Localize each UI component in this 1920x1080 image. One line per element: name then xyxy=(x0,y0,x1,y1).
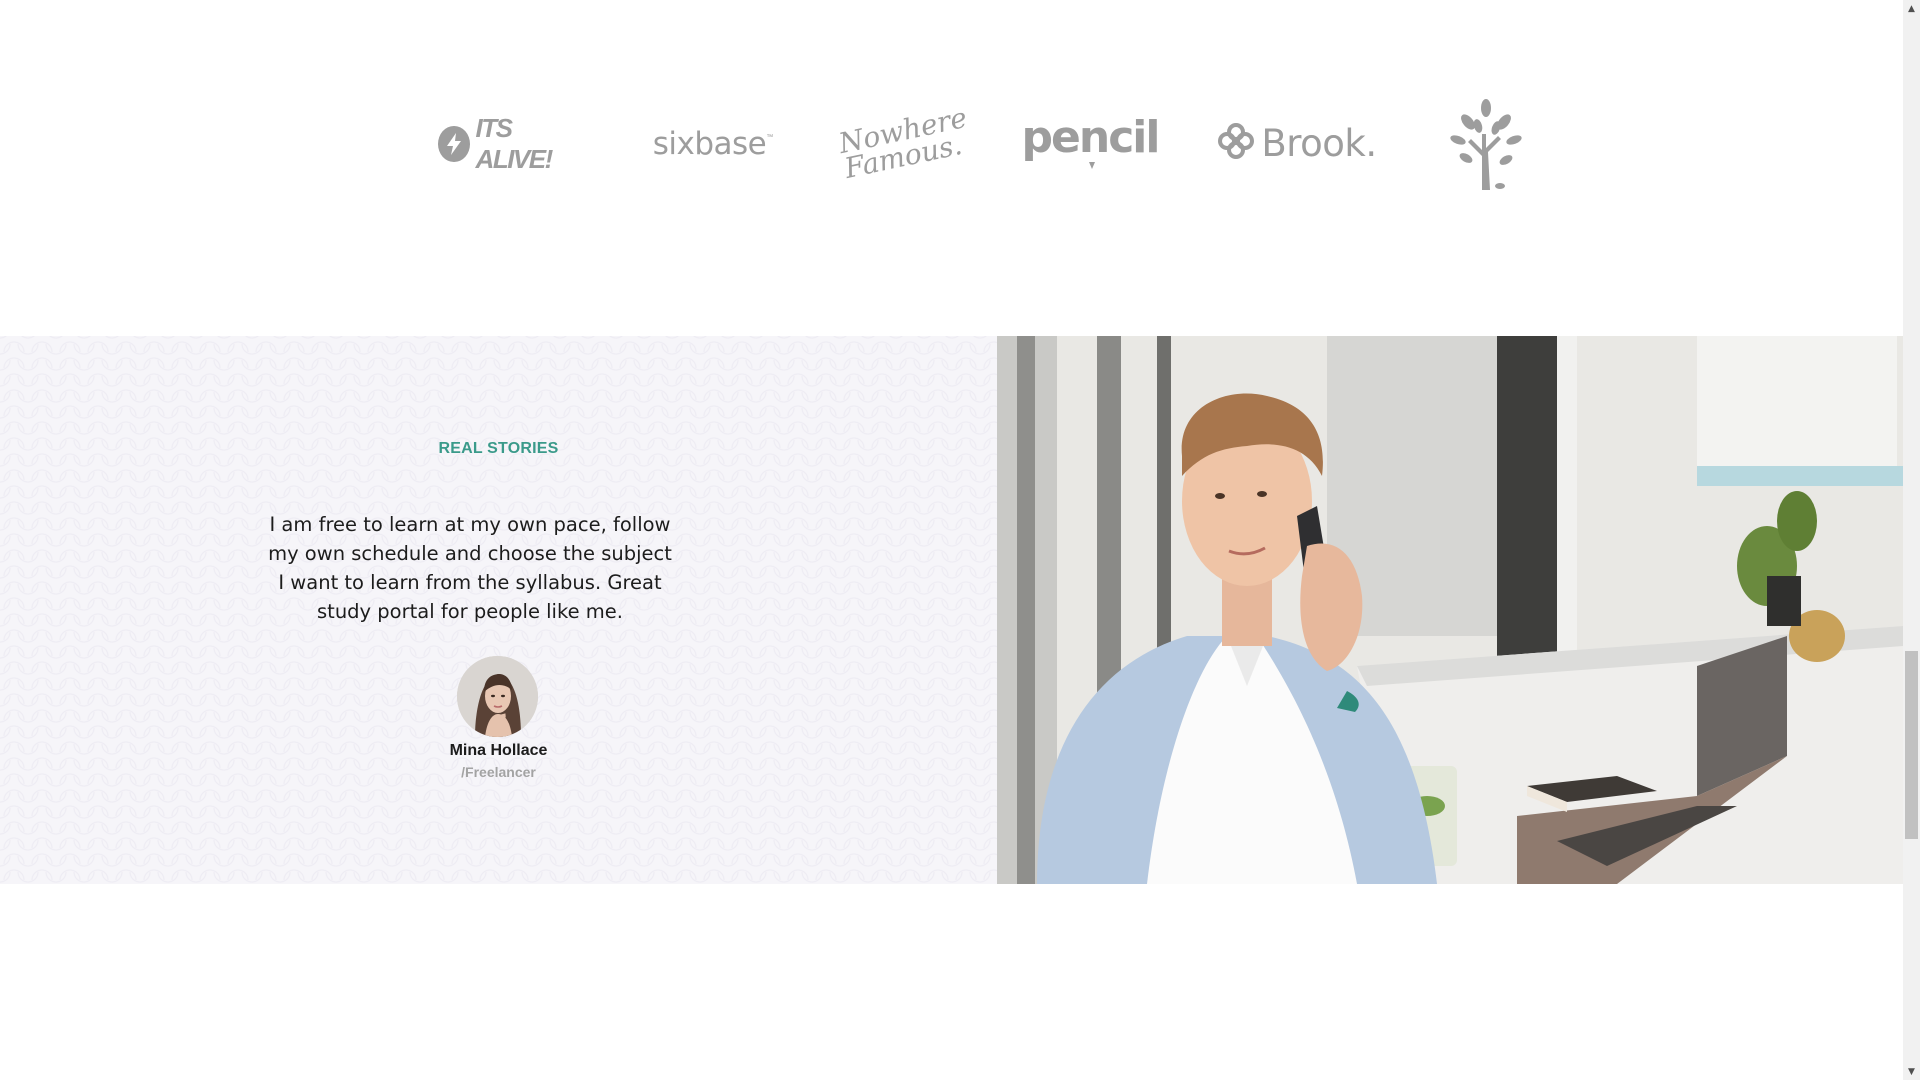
man-on-phone-image xyxy=(997,336,1903,884)
logo-pencil: pencil xyxy=(1022,108,1160,174)
logo-sixbase: sixbase ™ xyxy=(650,122,776,166)
logo-pencil-text: pencil xyxy=(1021,111,1161,163)
clover-icon xyxy=(1217,122,1255,165)
section-eyebrow: REAL STORIES xyxy=(438,440,559,457)
vertical-scrollbar[interactable]: ▲ ▼ xyxy=(1903,0,1920,1080)
scroll-down-icon[interactable]: ▼ xyxy=(1903,1063,1920,1080)
tree-icon xyxy=(1450,99,1522,190)
logo-sixbase-tm: ™ xyxy=(766,134,774,141)
real-stories-section: REAL STORIES I am free to learn at my ow… xyxy=(0,336,997,884)
logo-tree xyxy=(1446,98,1526,190)
scroll-up-icon[interactable]: ▲ xyxy=(1903,0,1920,17)
logo-its-alive-text: ITS ALIVE! xyxy=(475,113,554,174)
logo-its-alive: ITS ALIVE! xyxy=(438,113,578,174)
author-role: /Freelancer xyxy=(461,764,536,780)
testimonial-quote: I am free to learn at my own pace, follo… xyxy=(268,513,672,623)
testimonial-photo xyxy=(997,336,1903,884)
scroll-thumb[interactable] xyxy=(1905,651,1918,839)
logo-brook-text: Brook. xyxy=(1261,121,1377,165)
lightning-icon xyxy=(438,126,470,162)
logo-nowhere-famous: Nowhere Famous. xyxy=(836,100,970,188)
pencil-tip-icon xyxy=(1089,161,1095,169)
logo-brook: Brook. xyxy=(1218,118,1377,168)
author-avatar xyxy=(457,656,538,737)
logo-sixbase-text: sixbase xyxy=(652,126,767,162)
client-logos: ITS ALIVE! sixbase ™ Nowhere Famous. pen… xyxy=(0,0,1903,336)
author-name: Mina Hollace xyxy=(449,742,548,759)
